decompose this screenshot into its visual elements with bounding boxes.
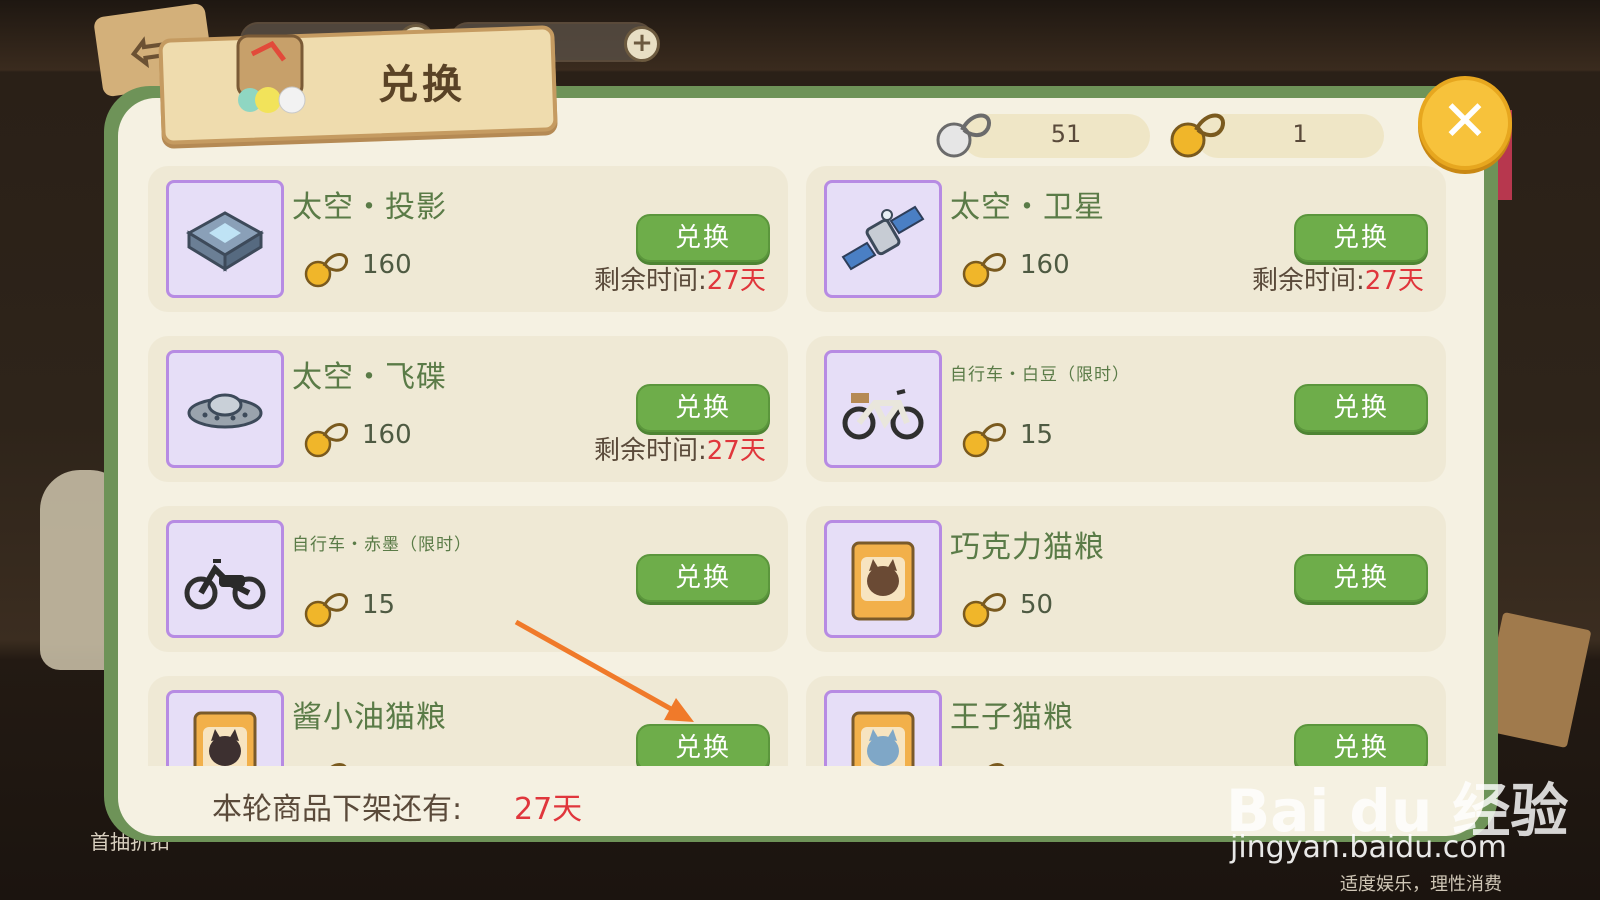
item-card: 巧克力猫粮 50 兑换 [806, 506, 1446, 652]
redeem-button[interactable]: 兑换 [1294, 384, 1428, 432]
item-name: 太空・投影 [292, 190, 447, 225]
item-thumbnail[interactable] [166, 350, 284, 468]
item-cost: 160 [362, 420, 412, 450]
remaining-time: 剩余时间:27天 [594, 430, 766, 467]
projector-icon [186, 211, 264, 272]
item-thumbnail[interactable] [166, 690, 284, 766]
item-cost: 15 [1020, 420, 1054, 450]
item-name: 酱小油猫粮 [292, 700, 447, 735]
redeem-button[interactable]: 兑换 [1294, 554, 1428, 602]
dialog-title: 兑换 [378, 62, 466, 108]
item-card: 酱小油猫粮 兑换 [148, 676, 788, 766]
exchange-machine-icon [236, 34, 306, 114]
gold-key-icon [304, 423, 349, 458]
gold-key-icon [988, 763, 1005, 766]
silver-key-icon [936, 113, 991, 158]
remaining-days: 27天 [706, 266, 766, 296]
remaining-time-label: 剩余时间: [594, 266, 707, 296]
remaining-time: 剩余时间:27天 [1252, 260, 1424, 297]
motorbike-icon [184, 559, 266, 610]
item-thumbnail[interactable] [824, 180, 942, 298]
bicycle-icon [842, 389, 924, 440]
item-card: 太空・投影 160 兑换 剩余时间:27天 [148, 166, 788, 312]
redeem-button[interactable]: 兑换 [636, 554, 770, 602]
item-name: 巧克力猫粮 [950, 530, 1105, 565]
item-thumbnail[interactable] [166, 520, 284, 638]
item-cost: 50 [1020, 590, 1054, 620]
gold-key-icon [304, 593, 349, 628]
cat-food-bag-icon [851, 711, 915, 766]
item-name: 王子猫粮 [950, 700, 1074, 735]
item-cost: 160 [362, 250, 412, 280]
gold-key-icon [1170, 113, 1225, 158]
item-card: 自行车・赤墨（限时） 15 兑换 [148, 506, 788, 652]
close-button[interactable]: ✕ [1418, 76, 1512, 170]
gold-key-icon [962, 253, 1007, 288]
plus-icon[interactable]: + [624, 26, 660, 62]
item-thumbnail[interactable] [824, 520, 942, 638]
item-name: 太空・卫星 [950, 190, 1105, 225]
baidu-watermark-url: jingyan.baidu.com [1230, 830, 1507, 865]
item-cost: 15 [362, 590, 396, 620]
redeem-button[interactable]: 兑换 [1294, 724, 1428, 766]
title-plaque [158, 25, 558, 145]
item-name: 自行车・白豆（限时） [950, 365, 1130, 385]
cat-food-bag-icon [851, 541, 915, 621]
item-card: 王子猫粮 兑换 [806, 676, 1446, 766]
footer-days: 27天 [514, 792, 583, 827]
item-card: 太空・飞碟 160 兑换 剩余时间:27天 [148, 336, 788, 482]
remaining-days: 27天 [1364, 266, 1424, 296]
health-gaming-notice: 适度娱乐，理性消费 [1340, 874, 1502, 895]
item-thumbnail[interactable] [824, 350, 942, 468]
satellite-icon [841, 205, 925, 271]
item-list[interactable]: 太空・投影 160 兑换 剩余时间:27天 太空・卫星 160 兑换 剩余时间:… [138, 160, 1466, 766]
remaining-time-label: 剩余时间: [1252, 266, 1365, 296]
cat-food-bag-icon [193, 711, 257, 766]
remaining-time: 剩余时间:27天 [594, 260, 766, 297]
gold-key-icon [304, 253, 349, 288]
ufo-icon [187, 393, 263, 429]
redeem-button[interactable]: 兑换 [636, 384, 770, 432]
item-cost: 160 [1020, 250, 1070, 280]
item-name: 太空・飞碟 [292, 360, 447, 395]
item-thumbnail[interactable] [166, 180, 284, 298]
remaining-time-label: 剩余时间: [594, 436, 707, 466]
gold-key-icon [962, 423, 1007, 458]
item-thumbnail[interactable] [824, 690, 942, 766]
gold-key-icon [962, 593, 1007, 628]
remaining-days: 27天 [706, 436, 766, 466]
redeem-button[interactable]: 兑换 [636, 724, 770, 766]
item-name: 自行车・赤墨（限时） [292, 535, 472, 555]
redeem-button[interactable]: 兑换 [1294, 214, 1428, 262]
footer-label: 本轮商品下架还有: [212, 792, 463, 827]
redeem-button[interactable]: 兑换 [636, 214, 770, 262]
item-card: 太空・卫星 160 兑换 剩余时间:27天 [806, 166, 1446, 312]
gold-key-icon [330, 763, 347, 766]
item-card: 自行车・白豆（限时） 15 兑换 [806, 336, 1446, 482]
